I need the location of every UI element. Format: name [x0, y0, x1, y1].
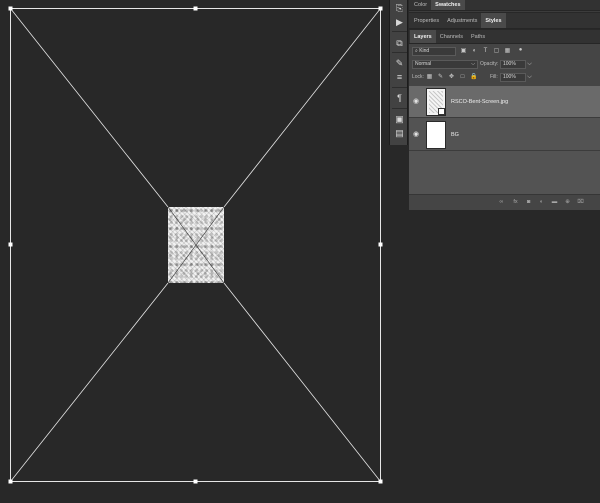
- opacity-label: Opacity:: [480, 61, 499, 67]
- divider: [392, 87, 407, 88]
- trash-icon[interactable]: ⌧: [577, 199, 584, 206]
- opacity-value: 100%: [503, 61, 516, 67]
- transform-handle[interactable]: [378, 479, 383, 484]
- lock-all-icon[interactable]: 🔒: [470, 74, 477, 81]
- tab-paths[interactable]: Paths: [467, 30, 489, 43]
- lock-row: Lock: ▦ ✎ ✥ □ 🔒 Fill: 100% ⌵: [409, 72, 600, 84]
- chevron-down-icon: ⌵: [471, 61, 475, 67]
- layers-panel-footer: ∞ fx ◙ ◐ ▬ ⊕ ⌧: [409, 194, 600, 209]
- smart-object-badge-icon: [438, 108, 445, 115]
- info-icon[interactable]: ▤: [394, 128, 405, 139]
- properties-panel: Properties Adjustments Styles: [409, 13, 600, 29]
- layers-list: ◉ RSCO-Bent-Screen.jpg ◉ BG: [409, 86, 600, 196]
- brush-icon[interactable]: ✎: [394, 58, 405, 69]
- lock-image-icon[interactable]: ✎: [437, 74, 444, 81]
- lock-position-icon[interactable]: ✥: [448, 74, 455, 81]
- transform-handle[interactable]: [378, 242, 383, 247]
- transform-handle[interactable]: [8, 479, 13, 484]
- adjustment-layer-icon[interactable]: ◐: [538, 199, 545, 206]
- filter-toggle-icon[interactable]: ●: [517, 47, 524, 54]
- layer-row[interactable]: ◉ BG: [409, 119, 600, 151]
- layers-panel: Layers Channels Paths ⌕ Kind ▣ ◐ T ▢ ▦ ●…: [409, 30, 600, 210]
- document-canvas[interactable]: [0, 0, 388, 503]
- panel-icon-strip: ⎘ ▶ ⧉ ✎ ≡ ¶ ▣ ▤: [389, 0, 408, 145]
- layer-name[interactable]: RSCO-Bent-Screen.jpg: [451, 98, 508, 106]
- history-icon[interactable]: ⎘: [394, 3, 405, 14]
- filter-shape-icon[interactable]: ▢: [493, 48, 500, 55]
- transform-diagonal: [223, 8, 381, 208]
- opacity-field[interactable]: 100%: [500, 60, 526, 69]
- filter-smart-object-icon[interactable]: ▦: [504, 48, 511, 55]
- layer-filter-kind[interactable]: ⌕ Kind: [412, 47, 456, 56]
- fill-label: Fill:: [490, 74, 498, 80]
- layer-thumbnail: [426, 121, 446, 149]
- properties-panel-tabs: Properties Adjustments Styles: [409, 13, 600, 29]
- new-group-icon[interactable]: ▬: [551, 199, 558, 206]
- clone-source-icon[interactable]: ⧉: [394, 38, 405, 49]
- blend-mode-value: Normal: [415, 61, 432, 67]
- placed-image[interactable]: [167, 206, 225, 284]
- lock-transparent-icon[interactable]: ▦: [426, 74, 433, 81]
- lock-label: Lock:: [412, 74, 424, 80]
- transform-handle[interactable]: [8, 6, 13, 11]
- color-panel-tabs: Color Swatches: [409, 0, 600, 11]
- link-layers-icon[interactable]: ∞: [498, 199, 505, 206]
- layer-name[interactable]: BG: [451, 131, 459, 139]
- transform-diagonal: [10, 282, 169, 482]
- fx-icon[interactable]: fx: [512, 199, 519, 206]
- filter-pixel-icon[interactable]: ▣: [460, 48, 467, 55]
- fill-value: 100%: [503, 74, 516, 80]
- lock-artboard-icon[interactable]: □: [459, 74, 466, 81]
- transform-handle[interactable]: [193, 479, 198, 484]
- filter-type-icon[interactable]: T: [482, 48, 489, 55]
- filter-adjustment-icon[interactable]: ◐: [471, 48, 478, 55]
- chevron-down-icon[interactable]: ⌵: [526, 74, 533, 81]
- transform-handle[interactable]: [8, 242, 13, 247]
- blend-row: Normal ⌵ Opacity: 100% ⌵: [409, 59, 600, 71]
- blend-mode-select[interactable]: Normal ⌵: [412, 60, 478, 69]
- layer-row[interactable]: ◉ RSCO-Bent-Screen.jpg: [409, 86, 600, 118]
- new-layer-icon[interactable]: ⊕: [564, 199, 571, 206]
- tab-layers[interactable]: Layers: [410, 30, 436, 43]
- filter-kind-label: Kind: [419, 48, 430, 54]
- divider: [392, 52, 407, 53]
- eye-icon[interactable]: ◉: [413, 131, 421, 138]
- layer-filter-row: ⌕ Kind ▣ ◐ T ▢ ▦ ●: [409, 46, 600, 58]
- paragraph-icon[interactable]: ¶: [394, 93, 405, 104]
- tab-properties[interactable]: Properties: [410, 13, 443, 28]
- transform-handle[interactable]: [193, 6, 198, 11]
- eye-icon[interactable]: ◉: [413, 98, 421, 105]
- actions-play-icon[interactable]: ▶: [394, 17, 405, 28]
- add-mask-icon[interactable]: ◙: [525, 199, 532, 206]
- fill-field[interactable]: 100%: [500, 73, 526, 82]
- layers-panel-tabs: Layers Channels Paths: [409, 30, 600, 44]
- tab-color[interactable]: Color: [410, 0, 431, 10]
- brush-settings-icon[interactable]: ≡: [394, 72, 405, 83]
- chevron-down-icon[interactable]: ⌵: [526, 61, 533, 68]
- color-panel: Color Swatches: [409, 0, 600, 12]
- transform-diagonal: [223, 282, 381, 482]
- navigator-icon[interactable]: ▣: [394, 114, 405, 125]
- tab-channels[interactable]: Channels: [436, 30, 467, 43]
- tab-styles[interactable]: Styles: [481, 13, 506, 28]
- divider: [392, 108, 407, 109]
- layer-thumbnail: [426, 88, 446, 116]
- search-icon: ⌕: [415, 48, 418, 54]
- transform-handle[interactable]: [378, 6, 383, 11]
- transform-diagonal: [10, 8, 169, 208]
- tab-adjustments[interactable]: Adjustments: [443, 13, 481, 28]
- divider: [392, 31, 407, 32]
- tab-swatches[interactable]: Swatches: [431, 0, 465, 10]
